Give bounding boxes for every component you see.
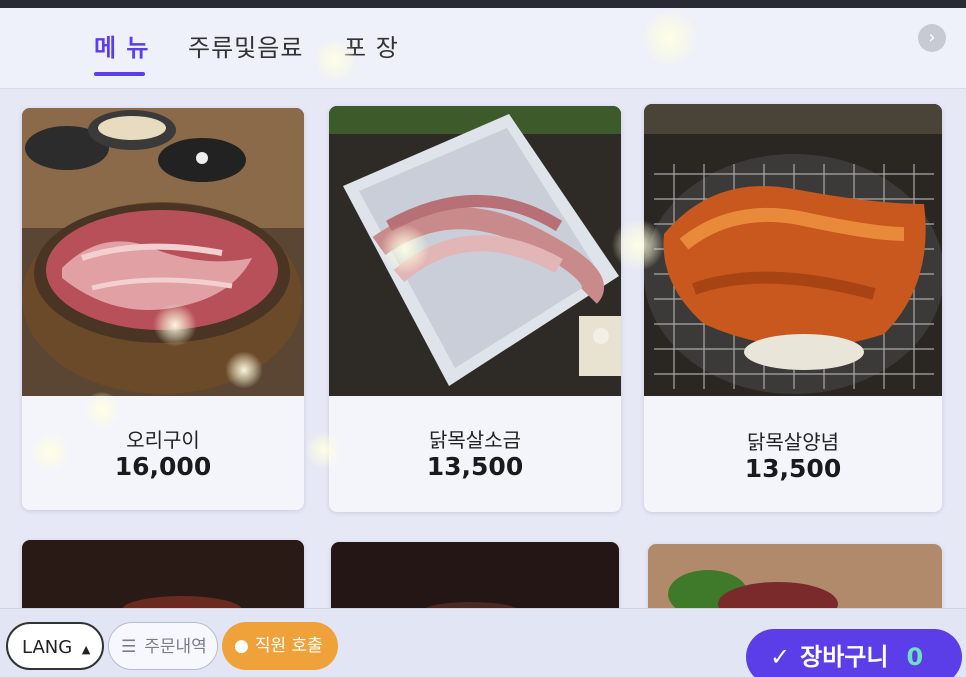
lang-label: LANG bbox=[22, 637, 73, 658]
bottom-action-bar: LANG ▲ ☰ 주문내역 ● 직원 호출 ✓ 장바구니 0 bbox=[0, 608, 966, 677]
menu-grid: 오리구이 16,000 닭목살소금 13,500 닭목살양념 13,500 bbox=[0, 0, 966, 677]
grilled-duck-photo bbox=[22, 108, 304, 396]
cart-button[interactable]: ✓ 장바구니 0 bbox=[746, 629, 962, 677]
menu-card-2[interactable]: 닭목살소금 13,500 bbox=[329, 106, 621, 512]
menu-card-1[interactable]: 오리구이 16,000 bbox=[22, 108, 304, 510]
list-icon: ☰ bbox=[121, 637, 137, 657]
checkmark-icon: ✓ bbox=[770, 643, 791, 671]
menu-item-price: 16,000 bbox=[114, 452, 212, 481]
menu-item-name: 닭목살양념 bbox=[747, 430, 839, 454]
menu-item-price: 13,500 bbox=[744, 454, 842, 483]
cart-count: 0 bbox=[906, 643, 924, 671]
menu-item-name: 오리구이 bbox=[126, 428, 200, 452]
person-icon: ● bbox=[234, 636, 249, 656]
salted-chicken-neck-photo bbox=[329, 106, 621, 396]
staff-call-button[interactable]: ● 직원 호출 bbox=[222, 622, 338, 670]
menu-item-name: 닭목살소금 bbox=[429, 428, 521, 452]
seasoned-chicken-neck-photo bbox=[644, 104, 942, 396]
menu-item-price: 13,500 bbox=[426, 452, 524, 481]
order-history-button[interactable]: ☰ 주문내역 bbox=[108, 622, 218, 670]
menu-card-3[interactable]: 닭목살양념 13,500 bbox=[644, 104, 942, 512]
staff-call-label: 직원 호출 bbox=[254, 636, 323, 656]
language-button[interactable]: LANG ▲ bbox=[6, 622, 104, 670]
triangle-up-icon: ▲ bbox=[81, 643, 91, 656]
cart-label: 장바구니 bbox=[800, 643, 889, 671]
order-history-label: 주문내역 bbox=[144, 637, 207, 657]
